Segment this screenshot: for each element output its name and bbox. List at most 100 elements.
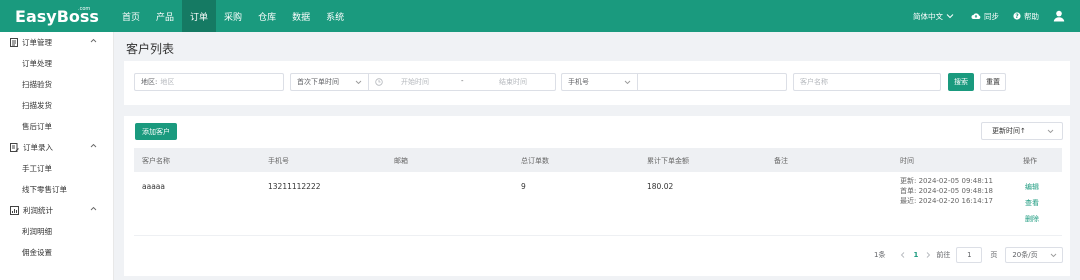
sort-select[interactable]: 更新时间↑ (981, 122, 1063, 140)
time-cell: 更新: 2024-02-05 09:48:11 首单: 2024-02-05 0… (900, 176, 993, 206)
column-header: 手机号 (268, 157, 289, 165)
sort-label: 更新时间↑ (992, 127, 1026, 135)
svg-text:?: ? (1015, 13, 1019, 20)
phone-type-value: 手机号 (568, 78, 589, 86)
stats-icon (10, 206, 19, 215)
sidebar: 订单管理 订单处理 扫描验货 扫描发货 售后订单 订单录入 手工订单 线下零售订… (0, 32, 114, 280)
sidebar-item-scan-ship[interactable]: 扫描发货 (0, 95, 113, 116)
end-time-placeholder: 结束时间 (499, 78, 527, 86)
sidebar-item-order-processing[interactable]: 订单处理 (0, 53, 113, 74)
sidebar-item-scan-inspect[interactable]: 扫描验货 (0, 74, 113, 95)
delete-link[interactable]: 删除 (1025, 214, 1039, 224)
reset-button[interactable]: 重置 (980, 73, 1006, 91)
page-size-select[interactable]: 20条/页 (1005, 247, 1064, 263)
column-header: 操作 (1023, 157, 1037, 165)
sidebar-group-label: 订单录入 (23, 143, 53, 152)
chevron-down-icon (1047, 129, 1054, 134)
chevron-left-icon[interactable] (899, 251, 907, 259)
date-range-picker[interactable]: 开始时间 - 结束时间 (368, 73, 556, 91)
customer-name-cell: aaaaa (142, 182, 165, 191)
region-input[interactable]: 地区: 地区 (134, 73, 284, 91)
total-count: 1条 (874, 251, 886, 259)
range-separator: - (461, 77, 464, 85)
sidebar-group-label: 订单管理 (22, 38, 52, 47)
chevron-down-icon (1051, 253, 1057, 258)
chevron-right-icon[interactable] (924, 251, 932, 259)
view-link[interactable]: 查看 (1025, 198, 1039, 208)
language-label: 简体中文 (913, 11, 943, 21)
help-button[interactable]: ? 帮助 (1013, 11, 1039, 22)
chevron-down-icon (624, 80, 631, 85)
pagination: 1条 1 前往 1 页 20条/页 (874, 246, 1064, 264)
sync-button[interactable]: 同步 (971, 11, 999, 22)
logo[interactable]: EasyBoss .com (0, 0, 114, 32)
nav-item-order[interactable]: 订单 (182, 0, 217, 32)
document-list-icon (10, 38, 18, 47)
help-label: 帮助 (1024, 11, 1039, 21)
nav-item-data[interactable]: 数据 (284, 0, 318, 32)
chevron-down-icon (355, 80, 362, 85)
user-avatar[interactable] (1053, 10, 1068, 22)
top-right-tools: 简体中文 同步 ? 帮助 (913, 0, 1080, 32)
sidebar-item-commission[interactable]: 佣金设置 (0, 242, 113, 263)
nav-item-product[interactable]: 产品 (148, 0, 182, 32)
region-placeholder: 地区 (160, 78, 175, 86)
sidebar-group-order-manage[interactable]: 订单管理 (0, 32, 113, 53)
top-bar: EasyBoss .com 首页 产品 订单 采购 仓库 数据 系统 简体中文 … (0, 0, 1080, 32)
nav-item-warehouse[interactable]: 仓库 (250, 0, 284, 32)
edit-document-icon (10, 143, 19, 152)
phone-input[interactable] (637, 73, 787, 91)
goto-page-input[interactable]: 1 (956, 247, 983, 263)
goto-label: 前往 (936, 251, 951, 259)
user-icon (1053, 10, 1065, 22)
column-header: 客户名称 (142, 157, 170, 165)
sidebar-item-after-sales[interactable]: 售后订单 (0, 116, 113, 137)
customer-name-placeholder: 客户名称 (800, 78, 828, 86)
page-size-value: 20条/页 (1012, 251, 1038, 259)
chevron-up-icon (90, 206, 97, 211)
phone-cell: 13211112222 (268, 182, 321, 191)
nav-item-home[interactable]: 首页 (114, 0, 148, 32)
page-title: 客户列表 (126, 42, 175, 56)
nav-item-system[interactable]: 系统 (318, 0, 352, 32)
help-icon: ? (1013, 12, 1021, 20)
sidebar-item-manual-order[interactable]: 手工订单 (0, 158, 113, 179)
search-button[interactable]: 搜索 (948, 73, 974, 91)
filter-panel: 地区: 地区 首次下单时间 开始时间 - 结束时间 手机号 客户名称 搜索 重置 (124, 61, 1070, 105)
chevron-up-icon (90, 143, 97, 148)
column-header: 时间 (900, 157, 914, 165)
language-select[interactable]: 简体中文 (913, 11, 957, 22)
clock-icon (375, 78, 383, 86)
sync-label: 同步 (984, 11, 999, 21)
edit-link[interactable]: 编辑 (1025, 182, 1039, 192)
current-page[interactable]: 1 (913, 251, 918, 259)
table-header: 客户名称 手机号 邮箱 总订单数 累计下单金额 备注 时间 操作 (134, 148, 1062, 172)
chevron-down-icon (946, 14, 954, 19)
phone-type-select[interactable]: 手机号 (561, 73, 637, 91)
table-row: aaaaa 13211112222 9 180.02 更新: 2024-02-0… (134, 172, 1062, 236)
time-type-value: 首次下单时间 (297, 78, 339, 86)
time-first-order: 首单: 2024-02-05 09:48:18 (900, 187, 993, 195)
time-recent: 最近: 2024-02-20 16:14:17 (900, 197, 993, 205)
sidebar-item-profit-detail[interactable]: 利润明细 (0, 221, 113, 242)
sidebar-group-order-entry[interactable]: 订单录入 (0, 137, 113, 158)
sidebar-group-profit-stats[interactable]: 利润统计 (0, 200, 113, 221)
logo-suffix: .com (78, 6, 91, 12)
customer-name-input[interactable]: 客户名称 (793, 73, 941, 91)
region-label: 地区: (141, 78, 158, 86)
main-nav: 首页 产品 订单 采购 仓库 数据 系统 (114, 0, 352, 32)
amount-cell: 180.02 (647, 182, 674, 191)
add-customer-button[interactable]: 添加客户 (135, 123, 177, 140)
nav-item-purchase[interactable]: 采购 (216, 0, 250, 32)
sidebar-item-offline-retail[interactable]: 线下零售订单 (0, 179, 113, 200)
time-updated: 更新: 2024-02-05 09:48:11 (900, 177, 993, 185)
time-type-select[interactable]: 首次下单时间 (290, 73, 368, 91)
main-content: 客户列表 地区: 地区 首次下单时间 开始时间 - 结束时间 手机号 客户名称 … (114, 32, 1080, 280)
sidebar-group-label: 利润统计 (23, 206, 53, 215)
page-unit: 页 (990, 251, 998, 259)
column-header: 总订单数 (521, 157, 549, 165)
column-header: 邮箱 (394, 157, 408, 165)
column-header: 备注 (774, 157, 788, 165)
cloud-upload-icon (971, 13, 981, 19)
order-count-cell: 9 (521, 182, 526, 191)
